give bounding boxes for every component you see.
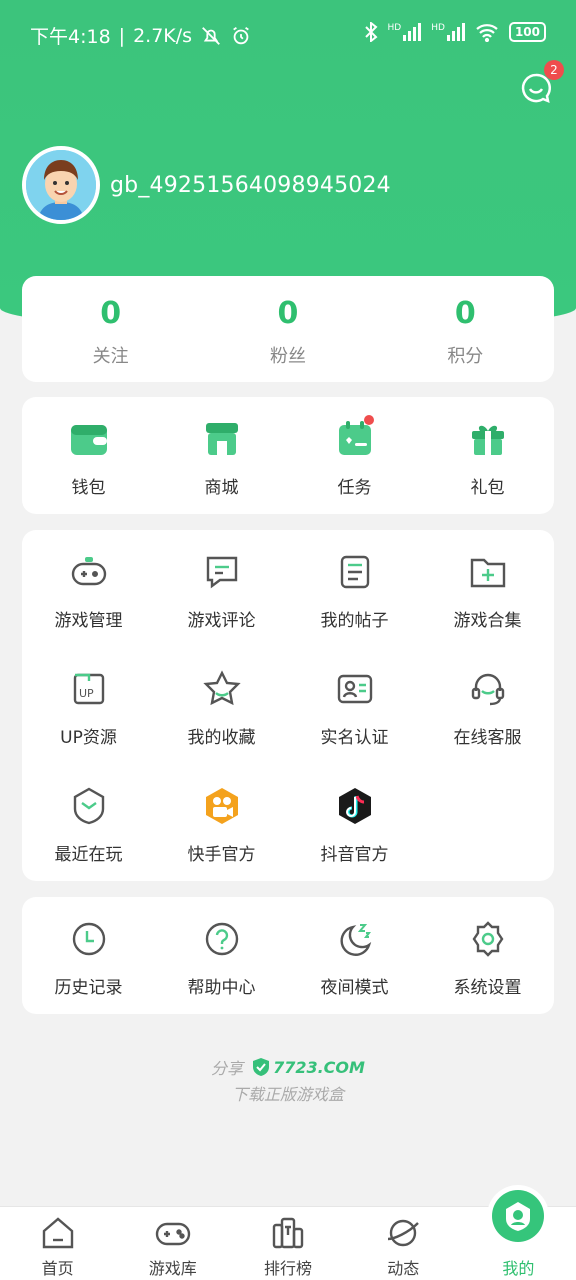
- message-badge: 2: [544, 60, 564, 80]
- mine-icon: [506, 1202, 531, 1231]
- avatar[interactable]: [22, 146, 100, 224]
- message-button[interactable]: 2: [520, 60, 564, 104]
- moon-icon: [339, 924, 371, 956]
- signal-2-icon: HD: [431, 23, 465, 41]
- status-bar: 下午4:18 | 2.7K/s HD HD 100: [0, 0, 576, 66]
- avatar-image: [26, 150, 96, 220]
- headset-icon: [471, 673, 504, 706]
- wallet-button[interactable]: 钱包: [22, 397, 155, 514]
- svg-text:UP: UP: [79, 687, 94, 700]
- stat-label: 积分: [447, 346, 484, 367]
- stat-fans[interactable]: 0 粉丝: [199, 276, 376, 382]
- star-icon: [202, 670, 241, 706]
- share-banner[interactable]: 分享 7723.COM 下载正版游戏盒: [0, 1055, 576, 1105]
- gift-button[interactable]: 礼包: [421, 397, 554, 514]
- stat-label: 粉丝: [269, 346, 306, 367]
- stats-card: 0 关注 0 粉丝 0 积分: [22, 276, 554, 382]
- username: gb_49251564098945024: [110, 172, 391, 198]
- douyin-official-button[interactable]: 抖音官方: [288, 764, 421, 881]
- system-settings-button[interactable]: 系统设置: [421, 897, 554, 1014]
- douyin-icon: [338, 788, 371, 824]
- shield-logo-icon: [253, 1058, 270, 1076]
- history-button[interactable]: 历史记录: [22, 897, 155, 1014]
- id-card-icon: [337, 674, 372, 704]
- share-brand: 7723.COM: [253, 1058, 365, 1077]
- home-icon: [42, 1217, 73, 1249]
- stat-value: 0: [100, 296, 122, 331]
- user-profile[interactable]: gb_49251564098945024: [22, 146, 391, 224]
- my-posts-button[interactable]: 我的帖子: [288, 530, 421, 647]
- mine-active-bubble: [487, 1185, 550, 1247]
- kuaishou-icon: [205, 788, 238, 824]
- game-management-button[interactable]: 游戏管理: [22, 530, 155, 647]
- bluetooth-icon: [364, 22, 378, 42]
- services-card: 游戏管理 游戏评论 我的帖子 游戏合集 UP UP资源 我的收藏 实名认证 在线…: [22, 530, 554, 881]
- gear-icon: [472, 921, 503, 957]
- real-name-verify-button[interactable]: 实名认证: [288, 647, 421, 764]
- help-icon: [205, 922, 238, 956]
- stat-label: 关注: [92, 346, 129, 367]
- up-resource-button[interactable]: UP UP资源: [22, 647, 155, 764]
- comment-icon: [206, 556, 237, 589]
- wallet-icon: [70, 425, 107, 455]
- post-icon: [340, 555, 369, 589]
- recent-play-icon: [73, 787, 104, 825]
- recently-played-button[interactable]: 最近在玩: [22, 764, 155, 881]
- share-prefix: 分享: [211, 1059, 244, 1078]
- game-collection-button[interactable]: 游戏合集: [421, 530, 554, 647]
- wifi-icon: [476, 24, 498, 42]
- task-notification-dot: [364, 415, 374, 425]
- settings-card: 历史记录 帮助中心 夜间模式 系统设置: [22, 897, 554, 1014]
- battery-indicator: 100: [508, 22, 546, 42]
- game-review-button[interactable]: 游戏评论: [155, 530, 288, 647]
- quick-actions-card: 钱包 商城 任务 礼包: [22, 397, 554, 514]
- shop-icon: [205, 423, 238, 455]
- game-library-icon: [155, 1222, 190, 1246]
- folder-plus-icon: [470, 558, 505, 588]
- help-center-button[interactable]: 帮助中心: [155, 897, 288, 1014]
- night-mode-button[interactable]: 夜间模式: [288, 897, 421, 1014]
- nav-ranking[interactable]: 排行榜: [230, 1207, 345, 1280]
- nav-feed[interactable]: 动态: [346, 1207, 461, 1280]
- stat-points[interactable]: 0 积分: [377, 276, 554, 382]
- clock-icon: [72, 922, 105, 956]
- status-time: 下午4:18: [30, 26, 111, 48]
- signal-1-icon: HD: [388, 23, 422, 41]
- shop-button[interactable]: 商城: [155, 397, 288, 514]
- alarm-icon: [233, 26, 249, 44]
- up-icon: UP: [73, 673, 104, 705]
- stat-value: 0: [277, 296, 299, 331]
- stat-following[interactable]: 0 关注: [22, 276, 199, 382]
- planet-icon: [388, 1219, 420, 1247]
- ranking-icon: [272, 1217, 304, 1249]
- online-service-button[interactable]: 在线客服: [421, 647, 554, 764]
- gamepad-icon: [71, 557, 106, 586]
- share-tagline: 下载正版游戏盒: [231, 1085, 344, 1104]
- mute-icon: [202, 26, 220, 45]
- gift-icon: [471, 425, 504, 455]
- bottom-navigation: 首页 游戏库 排行榜 动态 我的: [0, 1185, 576, 1280]
- stat-value: 0: [454, 296, 476, 331]
- status-speed: 2.7K/s: [133, 24, 193, 47]
- nav-mine[interactable]: 我的: [461, 1185, 576, 1280]
- nav-game-library[interactable]: 游戏库: [115, 1207, 230, 1280]
- kuaishou-official-button[interactable]: 快手官方: [155, 764, 288, 881]
- task-icon: [338, 421, 371, 455]
- nav-home[interactable]: 首页: [0, 1207, 115, 1280]
- task-button[interactable]: 任务: [288, 397, 421, 514]
- my-favorites-button[interactable]: 我的收藏: [155, 647, 288, 764]
